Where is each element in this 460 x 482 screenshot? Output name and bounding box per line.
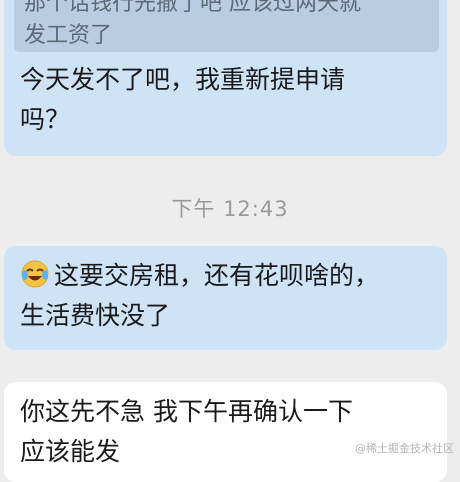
message-line: 这要交房租，还有花呗啥的， [20,256,431,296]
message-bubble-incoming[interactable]: 那个话钱行先撤了吧 应该过两天就 发工资了 今天发不了吧，我重新提申请 吗？ [4,0,447,156]
message-line: 今天发不了吧，我重新提申请 [20,65,346,94]
crying-laughing-emoji-icon [20,259,50,289]
quoted-text-line: 那个话钱行先撤了吧 应该过两天就 [24,0,361,16]
message-line: 生活费快没了 [20,301,171,330]
quoted-reply-block[interactable]: 那个话钱行先撤了吧 应该过两天就 发工资了 [14,0,439,52]
message-text: 这要交房租，还有花呗啥的， [54,261,380,290]
message-line: 吗？ [20,105,71,134]
message-bubble-incoming[interactable]: 这要交房租，还有花呗啥的， 生活费快没了 [4,246,447,350]
quoted-text-line: 发工资了 [24,23,113,48]
message-line: 你这先不急 我下午再确认一下 [20,397,353,426]
watermark: @稀土掘金技术社区 [355,442,454,455]
message-bubble-outgoing[interactable]: 你这先不急 我下午再确认一下 应该能发 [4,382,447,482]
message-text: 今天发不了吧，我重新提申请 吗？ [20,60,440,140]
timestamp: 下午 12:43 [171,197,289,221]
